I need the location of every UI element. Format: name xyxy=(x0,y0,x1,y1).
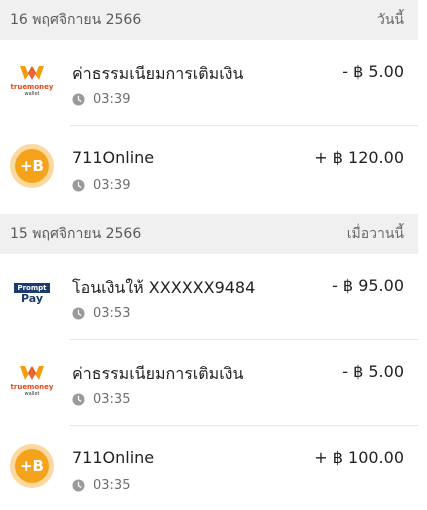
logo-sub-text: wallet xyxy=(24,390,40,397)
clock-icon xyxy=(72,93,85,106)
baht-coin-logo: +B xyxy=(10,444,54,488)
promptpay-logo: Prompt Pay xyxy=(10,272,54,316)
clock-icon xyxy=(72,307,85,320)
coin-icon: +B xyxy=(15,149,49,183)
transaction-amount: + ฿ 100.00 xyxy=(314,448,404,467)
transaction-title: ค่าธรรมเนียมการเติมเงิน xyxy=(72,364,244,383)
transaction-time: 03:35 xyxy=(72,392,130,407)
truemoney-w-icon xyxy=(20,65,44,80)
transaction-title: ค่าธรรมเนียมการเติมเงิน xyxy=(72,64,244,83)
logo-sub-text: wallet xyxy=(24,90,40,97)
clock-icon xyxy=(72,393,85,406)
time-text: 03:39 xyxy=(93,92,131,107)
transaction-amount: - ฿ 95.00 xyxy=(332,276,404,295)
transaction-title: โอนเงินให้ XXXXXX9484 xyxy=(72,278,256,297)
date-header-today: 16 พฤศจิกายน 2566 วันนี้ xyxy=(0,0,418,40)
transaction-time: 03:35 xyxy=(72,478,130,493)
transaction-row[interactable]: truemoney wallet ค่าธรรมเนียมการเติมเงิน… xyxy=(0,40,418,126)
transaction-row[interactable]: truemoney wallet ค่าธรรมเนียมการเติมเงิน… xyxy=(0,340,418,426)
transaction-row[interactable]: +B 711Online + ฿ 100.00 03:35 xyxy=(0,426,418,510)
truemoney-wallet-logo: truemoney wallet xyxy=(10,358,54,402)
section-date: 15 พฤศจิกายน 2566 xyxy=(10,226,142,242)
truemoney-wallet-logo: truemoney wallet xyxy=(10,58,54,102)
transaction-row[interactable]: +B 711Online + ฿ 120.00 03:39 xyxy=(0,126,418,212)
truemoney-w-icon xyxy=(20,365,44,380)
transaction-time: 03:39 xyxy=(72,92,130,107)
section-relative-label: วันนี้ xyxy=(376,12,404,28)
logo-brand-text: truemoney xyxy=(10,82,54,91)
time-text: 03:35 xyxy=(93,392,131,407)
logo-brand-text: truemoney xyxy=(10,382,54,391)
date-header-yesterday: 15 พฤศจิกายน 2566 เมื่อวานนี้ xyxy=(0,214,418,254)
transaction-amount: - ฿ 5.00 xyxy=(342,62,404,81)
clock-icon xyxy=(72,179,85,192)
time-text: 03:39 xyxy=(93,178,131,193)
time-text: 03:53 xyxy=(93,306,131,321)
transaction-title: 711Online xyxy=(72,448,155,467)
section-relative-label: เมื่อวานนี้ xyxy=(346,226,404,242)
transaction-amount: + ฿ 120.00 xyxy=(314,148,404,167)
baht-coin-logo: +B xyxy=(10,144,54,188)
transaction-time: 03:53 xyxy=(72,306,130,321)
transaction-row[interactable]: Prompt Pay โอนเงินให้ XXXXXX9484 - ฿ 95.… xyxy=(0,254,418,340)
time-text: 03:35 xyxy=(93,478,131,493)
transaction-amount: - ฿ 5.00 xyxy=(342,362,404,381)
transaction-title: 711Online xyxy=(72,148,155,167)
promptpay-bottom-text: Pay xyxy=(20,292,44,305)
clock-icon xyxy=(72,479,85,492)
transaction-time: 03:39 xyxy=(72,178,130,193)
coin-icon: +B xyxy=(15,449,49,483)
section-date: 16 พฤศจิกายน 2566 xyxy=(10,12,142,28)
